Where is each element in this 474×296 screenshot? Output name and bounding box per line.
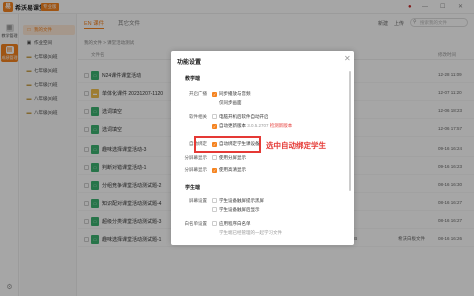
option-label: 学生端已经管理的一起学习文件 [219, 230, 282, 235]
dialog-scrollbar[interactable] [349, 71, 351, 191]
option-label: 学生设备触屏提示黑屏 [219, 198, 264, 203]
section-student: 学生端 [185, 185, 201, 191]
option-student-display[interactable]: 学生设备触屏后显示 [212, 207, 260, 213]
checkbox-unchecked[interactable] [212, 207, 217, 212]
checkbox-checked[interactable]: ✓ [212, 92, 217, 97]
option-whitelist-desc: 学生端已经管理的一起学习文件 [219, 230, 282, 236]
option-split-screen[interactable]: 使用分屏显示 [212, 155, 246, 161]
setting-label: 分屏幕显示 [184, 167, 208, 172]
annotation-text: 选中自动绑定学生 [266, 141, 326, 150]
option-label: 使用高清显示 [219, 167, 246, 172]
option-sync-screen[interactable]: 仅同步画面 [219, 100, 242, 106]
option-hd[interactable]: ✓ 使用高清显示 [212, 167, 246, 173]
checkbox-checked[interactable]: ✓ [212, 124, 217, 129]
setting-label: 开启广播 [189, 91, 207, 96]
option-label: 使用分屏显示 [219, 155, 246, 160]
option-label: 同步播放与音频 [219, 91, 251, 96]
option-label: 仅同步画面 [219, 100, 242, 105]
setting-label: 软件相关 [189, 114, 207, 119]
option-label: 电脑开机后软件自动开启 [219, 114, 269, 119]
checkbox-unchecked[interactable] [212, 198, 217, 203]
checkbox-unchecked[interactable] [212, 221, 217, 226]
option-autoupdate[interactable]: ✓ 自动更新版本 3.0.5.2707 检测新版本 [212, 123, 292, 129]
dialog-title: 功能设置 [177, 60, 202, 66]
check-update-link[interactable]: 检测新版本 [270, 123, 293, 128]
close-icon[interactable]: ✕ [344, 55, 351, 63]
checkbox-unchecked[interactable] [212, 114, 217, 119]
checkbox-unchecked[interactable] [212, 155, 217, 160]
setting-label: 分屏幕显示 [184, 155, 208, 160]
version-text: 3.0.5.2707 [247, 123, 269, 128]
highlight-box [194, 136, 261, 153]
setting-label: 白名单设置 [184, 221, 208, 226]
setting-label: 屏幕设置 [189, 198, 207, 203]
section-teacher: 教学端 [185, 76, 201, 82]
option-autostart[interactable]: 电脑开机后软件自动开启 [212, 114, 269, 120]
option-whitelist[interactable]: 应用程序白名单 [212, 221, 251, 227]
checkbox-checked[interactable]: ✓ [212, 168, 217, 173]
option-sync-audio[interactable]: ✓ 同步播放与音频 [212, 91, 251, 97]
option-label: 应用程序白名单 [219, 221, 251, 226]
option-label: 自动更新版本 [219, 123, 246, 128]
option-student-touch[interactable]: 学生设备触屏提示黑屏 [212, 198, 264, 204]
option-label: 学生设备触屏后显示 [219, 207, 260, 212]
